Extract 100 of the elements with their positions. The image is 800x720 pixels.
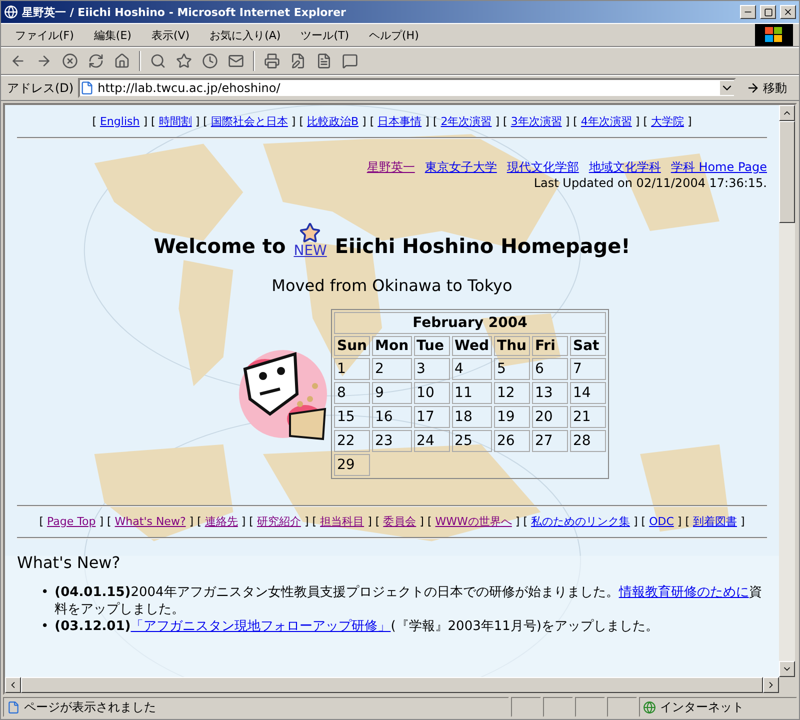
bracket: [ [375,515,380,528]
status-pane [607,697,637,717]
arrow-icon [746,81,760,95]
menu-item[interactable]: ファイル(F) [7,24,82,46]
bracket: ] [740,515,745,528]
nav-link[interactable]: 4年次演習 [580,115,632,128]
nav-link[interactable]: 時間割 [158,115,192,128]
news-item: (03.12.01)「アフガニスタン現地フォローアップ研修」(『学報』2003年11月号)をアップしました。 [54,618,660,635]
day-cell: 17 [414,406,450,428]
bracket: ] [304,515,309,528]
day-cell: 3 [414,358,450,380]
day-cell: 13 [532,382,568,404]
calendar-title: February 2004 [334,312,606,334]
scroll-down-button[interactable] [779,661,795,677]
windows-logo [755,24,793,46]
nav-link[interactable]: 担当科目 [320,515,364,528]
bracket: ] [189,515,194,528]
weekday-header: Sun [334,336,370,356]
day-cell: 8 [334,382,370,404]
bracket: ] [368,515,372,528]
status-pane [575,697,605,717]
maximize-button[interactable] [760,5,776,19]
news-title: What's New? [17,553,122,572]
nav-link[interactable]: 研究紹介 [256,515,301,528]
go-button[interactable]: 移動 [740,78,793,98]
zone-text: インターネット [660,698,744,716]
nav-link[interactable]: 大学院 [651,115,684,128]
nav-link[interactable]: 学科 Home Page [670,159,767,176]
bracket: ] [688,115,692,128]
news-link[interactable]: 「アフガニスタン現地フォローアップ研修」 [130,619,391,634]
bracket: [ [641,515,646,528]
minimize-button[interactable] [740,5,756,19]
nav-link[interactable]: 連絡先 [204,515,238,528]
bracket: ] [677,515,682,528]
nav-link[interactable]: 現代文化学部 [506,159,579,176]
bracket: ] [425,115,430,128]
bracket: [ [249,515,254,528]
nav-link[interactable]: ODC [649,515,674,528]
globe-icon [643,700,656,714]
news-item: (04.01.15)2004年アフガニスタン女性教員支援プロジェクトの日本での研修が始まりました。情報教育研修のために資料をアップしました。 [54,584,763,618]
day-cell: 20 [532,406,568,428]
nav-link[interactable]: English [100,115,140,128]
nav-link[interactable]: 日本事情 [378,115,422,128]
day-cell: 23 [372,430,412,452]
bracket: [ [203,115,208,128]
day-cell: 22 [334,430,370,452]
menu-item[interactable]: ヘルプ(H) [361,24,427,46]
day-cell: 21 [570,406,606,428]
bracket: ] [495,115,500,128]
nav-link[interactable]: 到着図書 [692,515,737,528]
bracket: [ [432,115,438,128]
day-cell: 2 [372,358,412,380]
browser-icon [4,5,18,19]
nav-link[interactable]: 東京女子大学 [424,159,497,176]
welcome-heading: Eiichi Hoshino Homepage! [334,234,630,258]
address-field[interactable]: http://lab.twcu.ac.jp/ehoshino/ [78,78,736,98]
nav-link[interactable]: 国際社会と日本 [210,115,288,128]
bracket: [ [92,115,96,128]
nav-link[interactable]: 星野英一 [366,159,415,176]
day-cell: 7 [570,358,606,380]
bracket: ] [420,515,424,528]
weekday-header: Mon [372,336,412,356]
scroll-up-button[interactable] [779,105,795,121]
day-cell: 9 [372,382,412,404]
menu-item[interactable]: お気に入り(A) [202,24,289,46]
day-cell: 26 [494,430,530,452]
day-cell: 18 [452,406,492,428]
window-title: 星野英一 / Eiichi Hoshino - Microsoft Internet Explorer [22,4,347,20]
day-cell: 24 [414,430,450,452]
day-cell: 29 [334,454,370,476]
nav-link[interactable]: 比較政治B [307,115,359,128]
news-link[interactable]: 情報教育研修のために [618,585,749,600]
scroll-right-button[interactable] [763,677,779,693]
day-cell: 12 [494,382,530,404]
maximize-icon [764,8,772,16]
bracket: ] [195,115,200,128]
day-cell: 28 [570,430,606,452]
weekday-header: Tue [414,336,450,356]
menu-item[interactable]: 表示(V) [143,24,198,46]
dropdown-icon[interactable] [720,81,734,95]
nav-link[interactable]: 地域文化学科 [588,159,661,176]
nav-link[interactable]: Page Top [47,515,96,528]
nav-link[interactable]: 私のためのリンク集 [530,515,630,528]
scroll-left-button[interactable] [5,677,21,693]
menu-item[interactable]: ツール(T) [292,24,357,46]
nav-link[interactable]: What's New? [114,515,186,528]
status-text: ページが表示されました [24,698,156,716]
nav-link[interactable]: 委員会 [383,515,416,528]
bracket: [ [503,115,508,128]
close-button[interactable] [780,5,796,19]
menu-item[interactable]: 編集(E) [86,24,140,46]
nav-link[interactable]: 2年次演習 [440,115,492,128]
nav-link[interactable]: 3年次演習 [510,115,562,128]
bracket: [ [107,515,112,528]
day-cell: 14 [570,382,606,404]
day-cell: 27 [532,430,568,452]
bracket: [ [197,515,202,528]
bracket: [ [427,515,432,528]
day-cell: 15 [334,406,370,428]
nav-link[interactable]: WWWの世界へ [435,515,512,528]
